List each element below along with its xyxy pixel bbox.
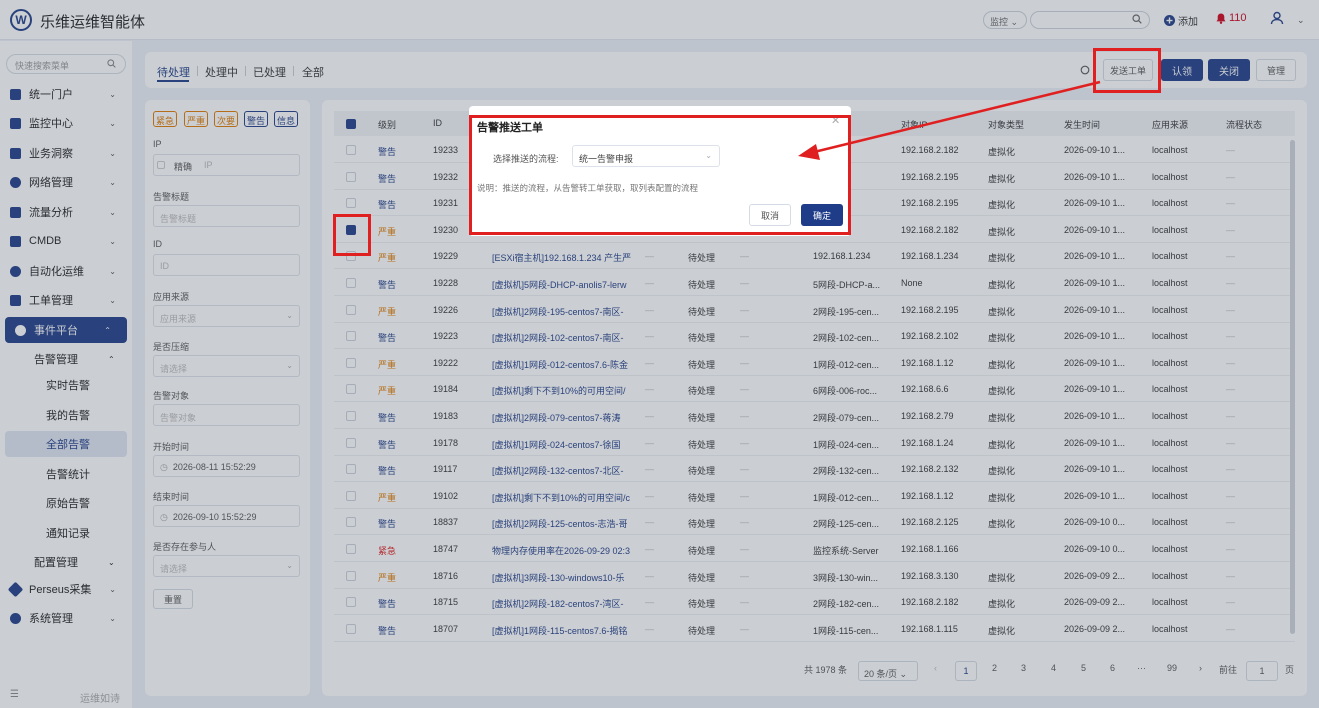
annotation-arrow <box>798 80 1101 160</box>
annotation-box-checkbox <box>333 214 371 256</box>
